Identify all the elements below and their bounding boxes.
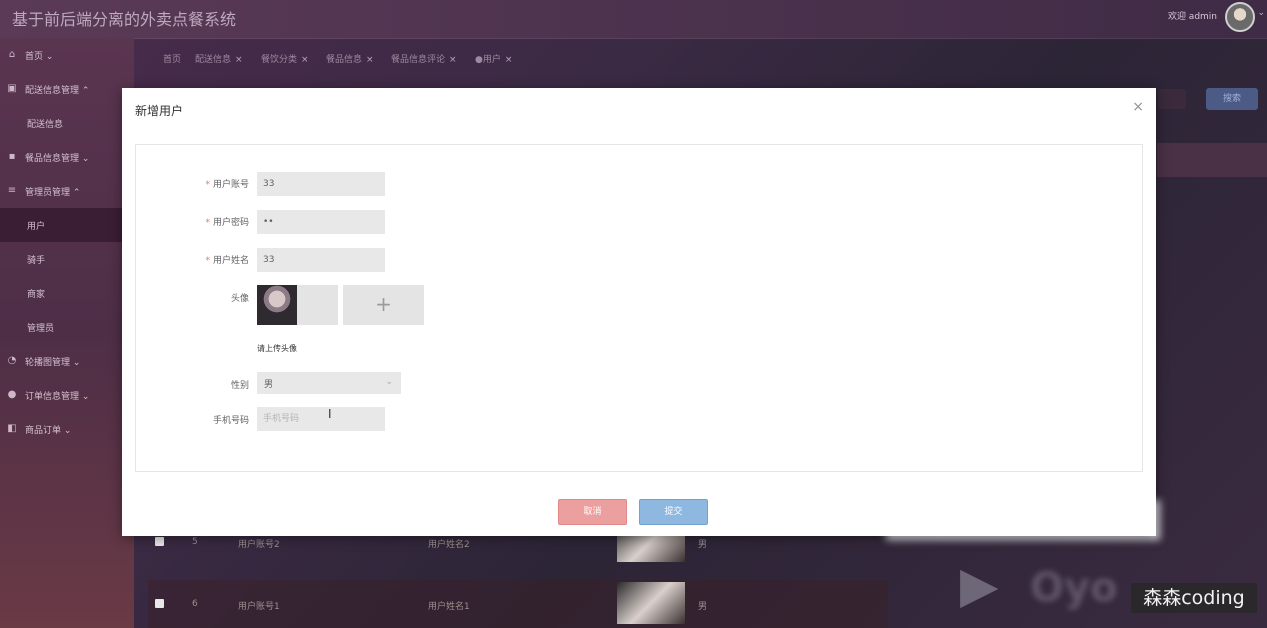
upload-avatar-button[interactable]: +	[343, 285, 424, 325]
close-icon[interactable]: ×	[366, 55, 374, 65]
row-checkbox[interactable]	[155, 537, 164, 546]
close-icon[interactable]: ×	[505, 55, 513, 65]
row-name: 用户姓名2	[428, 540, 470, 550]
sidebar-item-label: 订单信息管理 ⌄	[25, 392, 90, 402]
sidebar-item-delivery-info[interactable]: 配送信息	[0, 106, 134, 140]
tab-dish-info[interactable]: 餐品信息 ×	[326, 52, 374, 65]
sidebar-item-admin-management[interactable]: ≡ 管理员管理 ⌃	[0, 174, 134, 208]
sidebar-item-label: 配送信息管理 ⌃	[25, 86, 90, 96]
list-icon: ≡	[7, 185, 17, 196]
avatar-preview[interactable]	[257, 285, 338, 325]
sidebar-item-label: 管理员	[27, 324, 55, 334]
drop-icon: ●	[7, 389, 17, 400]
gift-icon: ▣	[7, 83, 17, 94]
text-cursor-icon: I	[328, 407, 332, 421]
phone-label: 手机号码	[212, 416, 249, 426]
tab-users[interactable]: ●用户 ×	[475, 52, 512, 65]
row-gender: 男	[698, 540, 708, 550]
sidebar-item-product-orders[interactable]: ◧ 商品订单 ⌄	[0, 412, 134, 446]
sidebar-item-label: 配送信息	[27, 120, 64, 130]
avatar-image	[257, 285, 297, 325]
dialog-title: 新增用户	[135, 104, 184, 118]
row-gender: 男	[698, 602, 708, 612]
sidebar-item-home[interactable]: ⌂ 首页 ⌄	[0, 38, 134, 72]
app-title: 基于前后端分离的外卖点餐系统	[12, 10, 237, 29]
account-label: * 用户账号	[205, 180, 249, 190]
tab-home[interactable]: 首页	[163, 52, 181, 65]
sidebar-item-order-management[interactable]: ● 订单信息管理 ⌄	[0, 378, 134, 412]
row-checkbox[interactable]	[155, 599, 164, 608]
row-id: 5	[192, 537, 198, 547]
tab-dish-comments[interactable]: 餐品信息评论 ×	[391, 52, 457, 65]
sidebar-item-label: 骑手	[27, 256, 46, 266]
phone-field[interactable]	[257, 407, 385, 431]
password-label: * 用户密码	[205, 218, 249, 228]
blurred-logo-text: Oyo	[1030, 565, 1118, 611]
gender-label: 性别	[230, 381, 249, 391]
row-account: 用户账号2	[238, 540, 280, 550]
name-label: * 用户姓名	[205, 256, 249, 266]
account-field[interactable]	[257, 172, 385, 196]
close-icon[interactable]: ×	[235, 55, 243, 65]
sidebar-item-riders[interactable]: 骑手	[0, 242, 134, 276]
sidebar-item-label: 商家	[27, 290, 46, 300]
sidebar-item-merchants[interactable]: 商家	[0, 276, 134, 310]
dashboard-icon: ◔	[7, 355, 17, 366]
sidebar-item-label: 管理员管理 ⌃	[25, 188, 81, 198]
row-avatar-image	[617, 582, 685, 624]
tab-delivery-info[interactable]: 配送信息 ×	[195, 52, 243, 65]
search-button[interactable]: 搜索	[1206, 88, 1258, 110]
sidebar-item-delivery-management[interactable]: ▣ 配送信息管理 ⌃	[0, 72, 134, 106]
play-icon: ▶	[960, 556, 999, 614]
close-icon[interactable]: ×	[301, 55, 309, 65]
sidebar: ⌂ 首页 ⌄ ▣ 配送信息管理 ⌃ 配送信息 ▪ 餐品信息管理 ⌄ ≡ 管理员管…	[0, 38, 134, 628]
sidebar-item-label: 轮播图管理 ⌄	[25, 358, 81, 368]
row-account: 用户账号1	[238, 602, 280, 612]
sidebar-item-label: 商品订单 ⌄	[25, 426, 72, 436]
user-form: *用户账号 *用户密码 *用户姓名 头像 + 请上传头像 性别 男 ⌄ 手机号码…	[135, 144, 1143, 472]
submit-button[interactable]: 提交	[639, 499, 708, 525]
close-icon[interactable]: ×	[449, 55, 457, 65]
close-icon[interactable]: ×	[1132, 99, 1144, 115]
tab-food-category[interactable]: 餐饮分类 ×	[261, 52, 309, 65]
avatar-label: 头像	[230, 294, 249, 304]
chevron-down-icon: ⌄	[385, 377, 393, 387]
sidebar-item-admins[interactable]: 管理员	[0, 310, 134, 344]
add-user-dialog: 新增用户 × *用户账号 *用户密码 *用户姓名 头像 + 请上传头像 性别 男…	[122, 88, 1156, 536]
sidebar-item-label: 首页 ⌄	[25, 52, 54, 62]
watermark: 森森coding	[1131, 583, 1257, 613]
password-field[interactable]	[257, 210, 385, 234]
row-name: 用户姓名1	[428, 602, 470, 612]
table-row: 6 用户账号1 用户姓名1 男	[148, 580, 888, 628]
home-icon: ⌂	[8, 49, 16, 60]
row-id: 6	[192, 599, 198, 609]
sidebar-item-carousel-management[interactable]: ◔ 轮播图管理 ⌄	[0, 344, 134, 378]
name-field[interactable]	[257, 248, 385, 272]
cancel-button[interactable]: 取消	[558, 499, 627, 525]
search-input[interactable]	[1158, 89, 1186, 109]
layout-icon: ◧	[7, 423, 17, 434]
top-header: 基于前后端分离的外卖点餐系统 欢迎 admin ⌄	[0, 0, 1267, 39]
sidebar-item-label: 餐品信息管理 ⌄	[25, 154, 90, 164]
table-header-fragment	[1157, 143, 1267, 177]
sidebar-item-users[interactable]: 用户	[0, 208, 134, 242]
chevron-down-icon[interactable]: ⌄	[1257, 8, 1265, 18]
user-avatar[interactable]	[1225, 2, 1255, 32]
sidebar-item-label: 用户	[27, 222, 46, 232]
avatar-hint: 请上传头像	[257, 344, 297, 353]
gender-select[interactable]: 男 ⌄	[257, 372, 401, 394]
welcome-text: 欢迎 admin	[1167, 12, 1217, 22]
gender-value: 男	[264, 380, 274, 390]
grid-icon: ▪	[8, 151, 16, 162]
sidebar-item-dish-management[interactable]: ▪ 餐品信息管理 ⌄	[0, 140, 134, 174]
